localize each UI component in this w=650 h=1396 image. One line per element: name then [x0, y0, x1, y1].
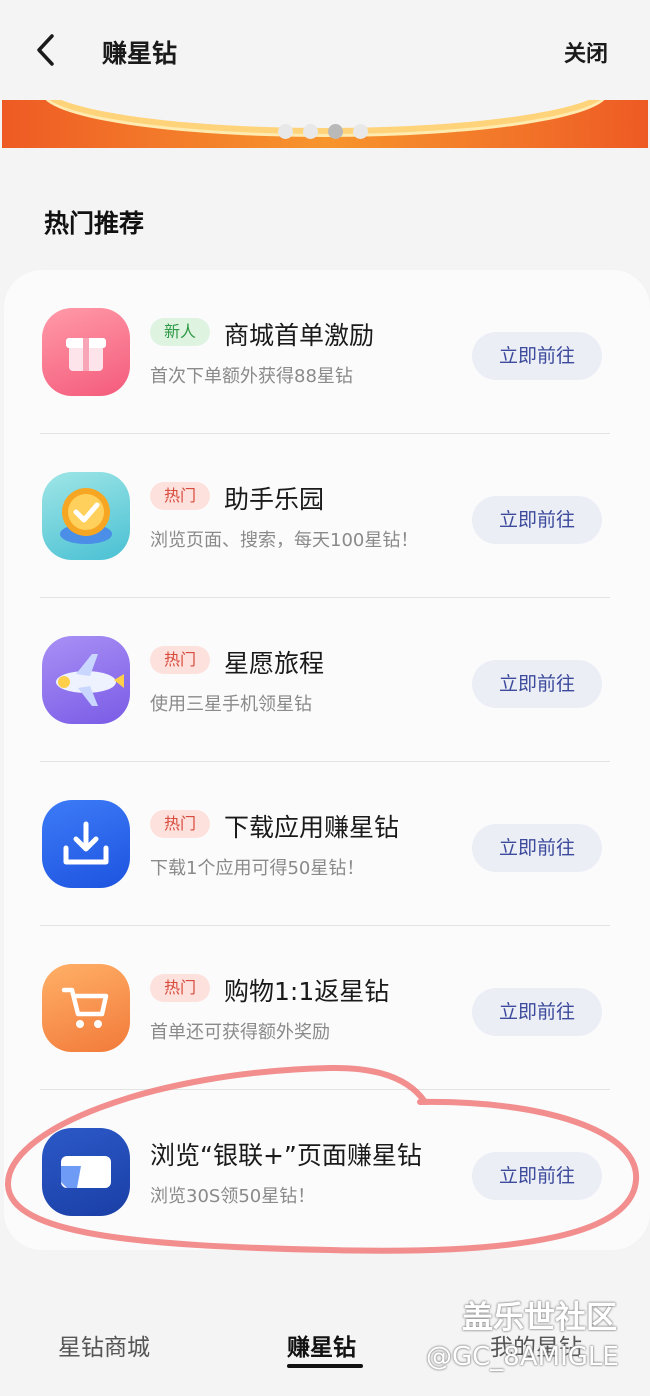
gift-icon — [42, 308, 130, 396]
item-title: 商城首单激励 — [224, 321, 375, 350]
list-item[interactable]: 热门 购物1:1返星钻 首单还可获得额外奖励 立即前往 — [4, 926, 650, 1090]
go-button[interactable]: 立即前往 — [472, 1152, 602, 1200]
section-title: 热门推荐 — [44, 209, 145, 238]
chevron-left-icon — [37, 34, 54, 66]
item-description: 下载1个应用可得50星钻！ — [150, 858, 365, 879]
item-description: 浏览30S领50星钻！ — [150, 1186, 316, 1207]
carousel-indicator — [278, 124, 368, 139]
go-button[interactable]: 立即前往 — [472, 332, 602, 380]
close-button[interactable]: 关闭 — [564, 36, 608, 68]
item-title: 星愿旅程 — [224, 649, 325, 678]
item-title: 购物1:1返星钻 — [224, 977, 390, 1006]
back-button[interactable] — [28, 30, 64, 70]
watermark-community: 盖乐世社区 — [462, 1300, 617, 1336]
nav-tab-earn[interactable]: 赚星钻 — [287, 1328, 356, 1362]
list-item[interactable]: 新人 商城首单激励 首次下单额外获得88星钻 立即前往 — [4, 270, 650, 434]
list-item[interactable]: 热门 助手乐园 浏览页面、搜索，每天100星钻！ 立即前往 — [4, 434, 650, 598]
go-button[interactable]: 立即前往 — [472, 660, 602, 708]
item-title: 浏览“银联+”页面赚星钻 — [150, 1141, 422, 1170]
go-button[interactable]: 立即前往 — [472, 988, 602, 1036]
page-title: 赚星钻 — [102, 39, 178, 68]
download-icon — [42, 800, 130, 888]
item-description: 首次下单额外获得88星钻 — [150, 366, 353, 387]
item-title: 助手乐园 — [224, 485, 325, 514]
list-item[interactable]: 热门 星愿旅程 使用三星手机领星钻 立即前往 — [4, 598, 650, 762]
app-header: 赚星钻 关闭 — [0, 0, 650, 100]
list-item[interactable]: 浏览“银联+”页面赚星钻 浏览30S领50星钻！ 立即前往 — [4, 1090, 650, 1254]
list-item[interactable]: 热门 下载应用赚星钻 下载1个应用可得50星钻！ 立即前往 — [4, 762, 650, 926]
tag-new: 新人 — [150, 318, 211, 346]
carousel-dot-active[interactable] — [328, 124, 343, 139]
item-description: 浏览页面、搜索，每天100星钻！ — [150, 530, 419, 551]
watermark-handle: @GC_8AMIGLE — [426, 1342, 619, 1372]
tag-hot: 热门 — [150, 482, 211, 510]
active-tab-indicator — [287, 1364, 363, 1368]
item-description: 首单还可获得额外奖励 — [150, 1022, 330, 1043]
carousel-dot[interactable] — [278, 124, 293, 139]
tag-hot: 热门 — [150, 646, 211, 674]
go-button[interactable]: 立即前往 — [472, 496, 602, 544]
tag-hot: 热门 — [150, 810, 211, 838]
badge-check-icon — [42, 472, 130, 560]
task-list-card: 新人 商城首单激励 首次下单额外获得88星钻 立即前往 热门 助手乐园 浏览页面… — [4, 270, 650, 1250]
carousel-dot[interactable] — [353, 124, 368, 139]
card-icon — [42, 1128, 130, 1216]
carousel-dot[interactable] — [303, 124, 318, 139]
item-title: 下载应用赚星钻 — [224, 813, 400, 842]
item-description: 使用三星手机领星钻 — [150, 694, 312, 715]
go-button[interactable]: 立即前往 — [472, 824, 602, 872]
tag-hot: 热门 — [150, 974, 211, 1002]
airplane-icon — [42, 636, 130, 724]
nav-tab-star-mall[interactable]: 星钻商城 — [58, 1328, 150, 1362]
cart-icon — [42, 964, 130, 1052]
